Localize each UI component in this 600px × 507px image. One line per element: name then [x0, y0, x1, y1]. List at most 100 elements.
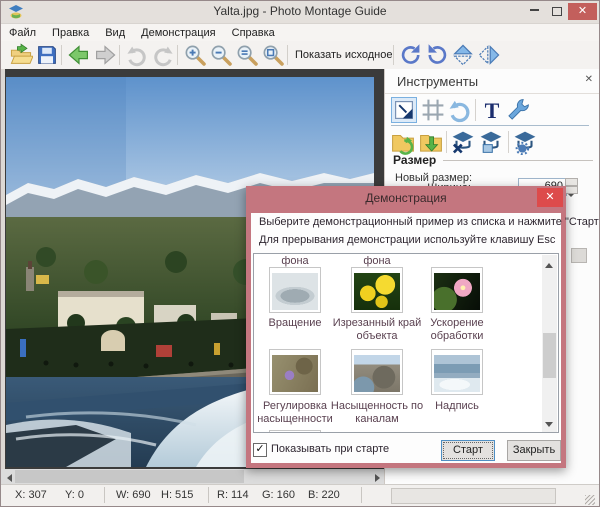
undo-icon	[125, 43, 149, 67]
menu-view[interactable]: Вид	[97, 27, 133, 39]
scroll-down-button[interactable]	[542, 417, 557, 432]
title-bar[interactable]: Yalta.jpg - Photo Montage Guide ✕	[1, 1, 599, 23]
demo-thumb-plate	[272, 273, 318, 310]
demo-item-acceleration[interactable]	[431, 267, 483, 313]
resize-tool-button[interactable]	[391, 97, 417, 123]
back-button[interactable]	[67, 43, 91, 67]
zoom-actual-button[interactable]	[235, 43, 259, 67]
dialog-instruction-2: Для прерывания демонстрации используйте …	[259, 234, 555, 246]
dialog-title: Демонстрация	[246, 191, 566, 205]
open-button[interactable]	[9, 43, 33, 67]
size-section-heading: Размер	[393, 153, 436, 167]
maximize-button[interactable]	[546, 3, 567, 20]
svg-text:T: T	[485, 98, 500, 123]
scroll-left-button[interactable]	[1, 469, 15, 484]
close-dialog-button[interactable]: Закрыть	[507, 440, 561, 461]
demo-item-rotation[interactable]	[269, 267, 321, 313]
demo-item-cutout-edge[interactable]	[351, 267, 403, 313]
panel-separator	[446, 131, 447, 153]
demo-item-partial[interactable]	[269, 430, 321, 433]
width-spin-down-button[interactable]	[565, 186, 578, 194]
panel-separator	[508, 131, 509, 153]
demo-delete-button[interactable]	[450, 129, 476, 155]
cutoff-label: фона	[347, 255, 407, 267]
folder-rotate-icon	[390, 129, 416, 155]
rotate-object-button[interactable]	[390, 129, 416, 155]
cap-bucket-icon	[478, 129, 504, 155]
demo-process-button[interactable]	[512, 129, 538, 155]
zoom-out-button[interactable]	[209, 43, 233, 67]
demo-item-channels[interactable]	[351, 349, 403, 395]
show-at-start-checkbox[interactable]: ✓	[253, 443, 267, 457]
scroll-right-button[interactable]	[370, 469, 384, 484]
rotate-ccw-icon	[425, 43, 449, 67]
flip-vertical-button[interactable]	[451, 43, 475, 67]
left-arrow-icon	[3, 474, 12, 482]
text-tool-button[interactable]: T	[479, 97, 505, 123]
save-object-button[interactable]	[418, 129, 444, 155]
crop-tool-icon	[420, 97, 446, 123]
open-folder-icon	[9, 43, 33, 67]
forward-arrow-icon	[93, 43, 117, 67]
show-at-start-label: Показывать при старте	[271, 443, 389, 455]
start-button[interactable]: Старт	[441, 440, 495, 461]
rotate-ccw-button[interactable]	[425, 43, 449, 67]
zoom-actual-icon	[235, 43, 259, 67]
tools-panel-title: Инструменты	[397, 74, 478, 89]
panel-divider	[391, 125, 589, 126]
status-progress-panel	[391, 488, 556, 504]
width-spin-up-button[interactable]	[565, 178, 578, 186]
menu-file[interactable]: Файл	[1, 27, 44, 39]
zoom-out-icon	[209, 43, 233, 67]
vertical-scroll-thumb[interactable]	[543, 333, 556, 378]
status-x: X: 307	[15, 489, 47, 501]
window-title: Yalta.jpg - Photo Montage Guide	[1, 4, 599, 18]
resize-grip[interactable]	[585, 495, 595, 505]
demo-fill-button[interactable]	[478, 129, 504, 155]
tools-panel-close-button[interactable]: ✕	[585, 74, 593, 85]
close-button[interactable]: ✕	[568, 3, 597, 20]
scroll-up-button[interactable]	[542, 255, 557, 270]
toolbar-separator	[119, 45, 120, 65]
zoom-fit-icon	[261, 43, 285, 67]
minimize-button[interactable]	[524, 3, 545, 20]
status-separator	[104, 487, 105, 503]
forward-button[interactable]	[93, 43, 117, 67]
demo-item-caption[interactable]	[431, 349, 483, 395]
rotate-cw-button[interactable]	[399, 43, 423, 67]
demo-thumb-flowers	[354, 273, 400, 310]
demonstration-dialog: Демонстрация ✕ Выберите демонстрационный…	[246, 186, 566, 468]
menu-demonstration[interactable]: Демонстрация	[133, 27, 224, 39]
settings-tool-button[interactable]	[505, 97, 531, 123]
undo-button[interactable]	[125, 43, 149, 67]
dialog-close-button[interactable]: ✕	[537, 188, 563, 207]
zoom-fit-button[interactable]	[261, 43, 285, 67]
demo-thumb-crocus	[272, 355, 318, 392]
redo-button[interactable]	[151, 43, 175, 67]
demo-list-scrollbar[interactable]	[542, 255, 557, 432]
right-arrow-icon	[375, 474, 384, 482]
up-arrow-icon	[545, 259, 553, 268]
rotate-cw-icon	[399, 43, 423, 67]
menu-edit[interactable]: Правка	[44, 27, 97, 39]
show-original-button[interactable]: Показать исходное	[291, 46, 396, 64]
demo-item-label: Надпись	[407, 400, 507, 413]
app-window: Yalta.jpg - Photo Montage Guide ✕ Файл П…	[0, 0, 600, 507]
height-spinner-button[interactable]	[571, 248, 587, 263]
undo-tool-icon	[447, 97, 473, 123]
undo-tool-button[interactable]	[447, 97, 473, 123]
crop-tool-button[interactable]	[420, 97, 446, 123]
zoom-in-button[interactable]	[183, 43, 207, 67]
status-y: Y: 0	[65, 489, 84, 501]
menu-help[interactable]: Справка	[224, 27, 283, 39]
demo-item-saturation[interactable]	[269, 349, 321, 395]
demo-list[interactable]: фона фона Вращение Изрезанный край объек…	[253, 253, 559, 433]
tools-panel-header: Инструменты ✕	[385, 69, 600, 94]
down-arrow-icon	[568, 194, 574, 200]
flip-horizontal-button[interactable]	[477, 43, 501, 67]
horizontal-scroll-thumb[interactable]	[15, 470, 244, 483]
flip-horizontal-icon	[477, 43, 501, 67]
save-button[interactable]	[35, 43, 59, 67]
down-arrow-icon	[545, 422, 553, 431]
horizontal-scrollbar[interactable]	[1, 469, 384, 484]
